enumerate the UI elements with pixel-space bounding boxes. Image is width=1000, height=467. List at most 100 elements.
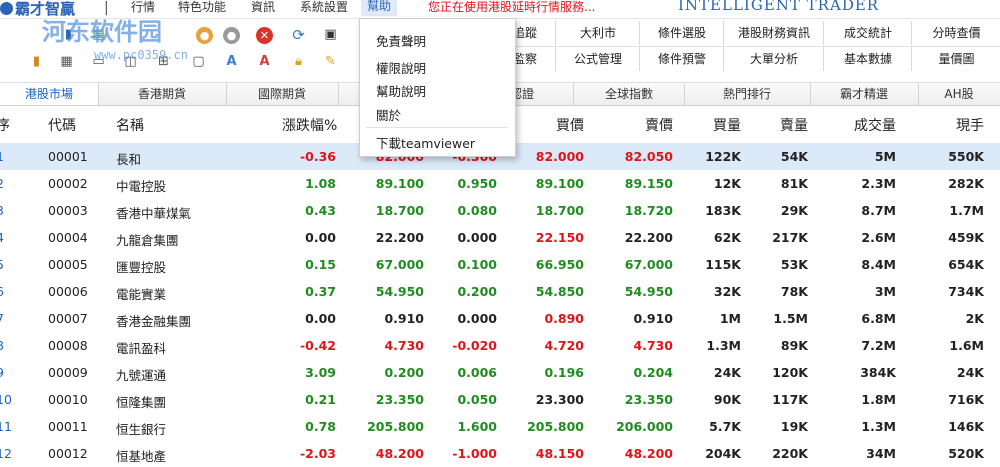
fn-volume-price[interactable]: 量價圖 <box>911 47 1000 71</box>
cell-ask: 89.150 <box>624 176 673 191</box>
col-ask-vol[interactable]: 賣量 <box>780 115 808 135</box>
fn-condition-alert[interactable]: 條件預警 <box>639 47 724 71</box>
table-row[interactable]: 4 00004 九龍倉集團 0.00 22.200 0.000 22.150 22.200 62… <box>0 224 1000 251</box>
table-row[interactable]: 8 00008 電訊盈科 -0.42 4.730 -0.020 4.720 4.730 1.3M… <box>0 332 1000 359</box>
cell-last-lot: 520K <box>948 446 984 461</box>
col-last-lot[interactable]: 現手 <box>956 115 984 135</box>
cell-ask: 4.730 <box>633 338 673 353</box>
tab-ah-shares[interactable]: AH股 <box>918 83 1000 105</box>
cell-change: 0.080 <box>457 203 497 218</box>
fn-formula[interactable]: 公式管理 <box>555 47 640 71</box>
table-row[interactable]: 3 00003 香港中華煤氣 0.43 18.700 0.080 18.700 18.720 1… <box>0 197 1000 224</box>
tab-featured[interactable]: 霸才精選 <box>810 83 919 105</box>
col-ask[interactable]: 賣價 <box>645 115 673 135</box>
table-row[interactable]: 7 00007 香港金融集團 0.00 0.910 0.000 0.890 0.910 1M 1.… <box>0 305 1000 332</box>
print-icon[interactable]: ▢ <box>190 53 207 70</box>
cell-volume: 6.8M <box>861 311 896 326</box>
cell-price: 18.700 <box>375 203 424 218</box>
menu-item-download-teamviewer[interactable]: 下載teamviewer <box>376 133 475 152</box>
cell-code: 00009 <box>48 365 88 380</box>
col-bid[interactable]: 買價 <box>556 115 584 135</box>
cell-bid: 66.950 <box>535 257 584 272</box>
menu-news[interactable]: 資訊 <box>251 0 275 15</box>
cell-change: -0.020 <box>452 338 497 353</box>
col-bid-vol[interactable]: 買量 <box>713 115 741 135</box>
tab-hot-ranking[interactable]: 熱門排行 <box>684 83 811 105</box>
cell-index: 6 <box>0 284 4 299</box>
fn-basic-data[interactable]: 基本數據 <box>823 47 912 71</box>
cell-last-lot: 716K <box>948 392 984 407</box>
brand-english: INTELLIGENT TRADER <box>678 0 880 14</box>
cell-change-pct: -0.42 <box>299 338 336 353</box>
cell-name: 中電控股 <box>116 179 167 194</box>
fn-large-order[interactable]: 大單分析 <box>723 47 824 71</box>
tab-global-index[interactable]: 全球指數 <box>574 83 685 105</box>
cell-index: 2 <box>0 176 4 191</box>
table-row[interactable]: 5 00005 匯豐控股 0.15 67.000 0.100 66.950 67.000 115… <box>0 251 1000 278</box>
fn-condition-select[interactable]: 條件選股 <box>639 21 724 45</box>
menu-help[interactable]: 幫助 <box>361 0 398 16</box>
cell-change-pct: 0.15 <box>305 257 336 272</box>
cell-index: 5 <box>0 257 4 272</box>
cell-bid: 0.196 <box>544 365 584 380</box>
folder-icon[interactable]: ▮ <box>28 53 45 70</box>
table-row[interactable]: 10 00010 恒隆集團 0.21 23.350 0.050 23.300 23.350 90… <box>0 386 1000 413</box>
font-icon[interactable]: A <box>223 53 240 70</box>
col-index[interactable]: 序 <box>0 115 10 135</box>
cell-change: 0.950 <box>457 176 497 191</box>
cell-last-lot: 1.6M <box>949 338 984 353</box>
cell-price: 54.950 <box>375 284 424 299</box>
fn-trade-stats[interactable]: 成交統計 <box>823 21 912 45</box>
col-volume[interactable]: 成交量 <box>854 115 896 135</box>
cell-volume: 2.3M <box>861 176 896 191</box>
cell-change-pct: 0.21 <box>305 392 336 407</box>
cell-ask-vol: 220K <box>772 446 808 461</box>
fn-dalishi[interactable]: 大利市 <box>555 21 640 45</box>
col-code[interactable]: 代碼 <box>48 115 76 135</box>
cell-ask-vol: 117K <box>772 392 808 407</box>
watermark: 河东软件园 <box>42 18 162 46</box>
cell-ask-vol: 1.5M <box>773 311 808 326</box>
col-name[interactable]: 名稱 <box>116 115 144 135</box>
cell-bid-vol: 122K <box>705 149 741 164</box>
table-row[interactable]: 9 00009 九號運通 3.09 0.200 0.006 0.196 0.204 24K 120… <box>0 359 1000 386</box>
cell-code: 00006 <box>48 284 88 299</box>
fn-intraday-price[interactable]: 分時查價 <box>911 21 1000 45</box>
cell-name: 香港金融集團 <box>116 314 192 329</box>
tab-hk-stocks[interactable]: 港股市場 <box>0 83 99 105</box>
yellow-circle-icon[interactable]: ● <box>196 27 213 44</box>
refresh-icon[interactable]: ⟳ <box>290 26 307 44</box>
cell-name: 長和 <box>116 152 142 167</box>
tab-intl-futures[interactable]: 國際期貨 <box>226 83 339 105</box>
stop-icon[interactable]: ✕ <box>256 27 273 44</box>
cell-code: 00001 <box>48 149 88 164</box>
cell-price: 4.730 <box>384 338 424 353</box>
col-change-pct[interactable]: 漲跌幅% <box>282 115 337 135</box>
gray-circle-icon[interactable]: ● <box>223 27 240 44</box>
cell-index: 8 <box>0 338 4 353</box>
menu-item-help[interactable]: 幫助說明 <box>376 81 426 100</box>
pencil-icon[interactable]: ✎ <box>322 53 339 70</box>
tab-hk-futures[interactable]: 香港期貨 <box>98 83 227 105</box>
cell-volume: 8.4M <box>861 257 896 272</box>
table-row[interactable]: 6 00006 電能實業 0.37 54.950 0.200 54.850 54.950 32K… <box>0 278 1000 305</box>
menu-item-disclaimer[interactable]: 免責聲明 <box>376 31 426 50</box>
font-color-icon[interactable]: A <box>256 53 273 70</box>
cell-name: 恒基地產 <box>116 449 167 464</box>
cell-change-pct: 0.78 <box>305 419 336 434</box>
fn-hk-finance[interactable]: 港股財務資訊 <box>723 21 824 45</box>
cell-change: -1.000 <box>452 446 497 461</box>
grid-icon[interactable]: ▦ <box>58 53 75 70</box>
menu-settings[interactable]: 系統設置 <box>300 0 348 15</box>
lock-icon[interactable]: 🔒︎ <box>290 53 307 70</box>
cell-name: 電能實業 <box>116 287 167 302</box>
menu-features[interactable]: 特色功能 <box>178 0 226 15</box>
menu-item-permission[interactable]: 權限說明 <box>376 58 426 77</box>
table-row[interactable]: 11 00011 恒生銀行 0.78 205.800 1.600 205.800 206.00… <box>0 413 1000 440</box>
table-row[interactable]: 2 00002 中電控股 1.08 89.100 0.950 89.100 89.150 12K… <box>0 170 1000 197</box>
cell-index: 7 <box>0 311 4 326</box>
cell-ask: 206.000 <box>616 419 673 434</box>
save-icon[interactable]: ▣ <box>322 26 339 43</box>
marquee-notice: 您正在使用港股延時行情服務... <box>428 0 596 14</box>
menu-item-about[interactable]: 關於 <box>376 105 401 124</box>
